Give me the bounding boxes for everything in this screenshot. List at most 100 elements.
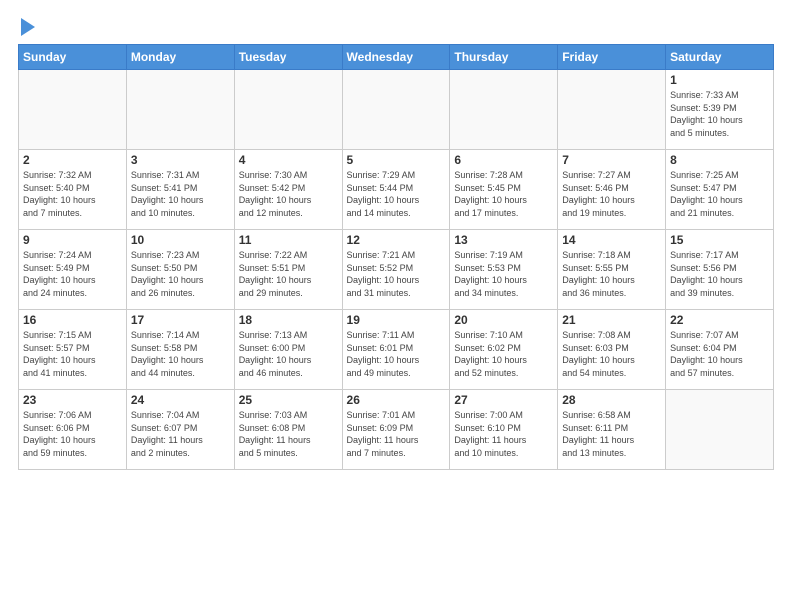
calendar-cell: 27 Sunrise: 7:00 AM Sunset: 6:10 PM Dayli… [450,390,558,470]
day-number: 7 [562,153,661,167]
calendar-cell: 13 Sunrise: 7:19 AM Sunset: 5:53 PM Dayli… [450,230,558,310]
day-info: Sunrise: 7:25 AM Sunset: 5:47 PM Dayligh… [670,169,769,219]
calendar-cell: 3 Sunrise: 7:31 AM Sunset: 5:41 PM Daylig… [126,150,234,230]
calendar-cell [558,70,666,150]
day-info: Sunrise: 7:04 AM Sunset: 6:07 PM Dayligh… [131,409,230,459]
day-number: 17 [131,313,230,327]
calendar-cell [450,70,558,150]
calendar-header-friday: Friday [558,45,666,70]
calendar-cell: 6 Sunrise: 7:28 AM Sunset: 5:45 PM Daylig… [450,150,558,230]
calendar-header-saturday: Saturday [666,45,774,70]
day-info: Sunrise: 7:32 AM Sunset: 5:40 PM Dayligh… [23,169,122,219]
day-info: Sunrise: 7:23 AM Sunset: 5:50 PM Dayligh… [131,249,230,299]
calendar-cell [342,70,450,150]
header [18,16,774,36]
calendar-cell: 7 Sunrise: 7:27 AM Sunset: 5:46 PM Daylig… [558,150,666,230]
calendar-cell: 26 Sunrise: 7:01 AM Sunset: 6:09 PM Dayli… [342,390,450,470]
day-number: 3 [131,153,230,167]
day-info: Sunrise: 7:21 AM Sunset: 5:52 PM Dayligh… [347,249,446,299]
calendar-table: SundayMondayTuesdayWednesdayThursdayFrid… [18,44,774,470]
calendar-cell [19,70,127,150]
day-info: Sunrise: 7:17 AM Sunset: 5:56 PM Dayligh… [670,249,769,299]
calendar-week-3: 16Sunrise: 7:15 AM Sunset: 5:57 PM Dayli… [19,310,774,390]
logo [18,16,35,36]
calendar-cell: 2 Sunrise: 7:32 AM Sunset: 5:40 PM Daylig… [19,150,127,230]
day-number: 19 [347,313,446,327]
day-info: Sunrise: 7:13 AM Sunset: 6:00 PM Dayligh… [239,329,338,379]
day-number: 2 [23,153,122,167]
calendar-cell: 28Sunrise: 6:58 AM Sunset: 6:11 PM Dayli… [558,390,666,470]
calendar-cell: 14 Sunrise: 7:18 AM Sunset: 5:55 PM Dayli… [558,230,666,310]
day-info: Sunrise: 7:24 AM Sunset: 5:49 PM Dayligh… [23,249,122,299]
day-number: 18 [239,313,338,327]
calendar-cell [126,70,234,150]
calendar-cell: 18 Sunrise: 7:13 AM Sunset: 6:00 PM Dayli… [234,310,342,390]
day-info: Sunrise: 7:15 AM Sunset: 5:57 PM Dayligh… [23,329,122,379]
calendar-cell: 12 Sunrise: 7:21 AM Sunset: 5:52 PM Dayli… [342,230,450,310]
calendar-week-1: 2 Sunrise: 7:32 AM Sunset: 5:40 PM Daylig… [19,150,774,230]
calendar-week-0: 1 Sunrise: 7:33 AM Sunset: 5:39 PM Daylig… [19,70,774,150]
day-info: Sunrise: 7:06 AM Sunset: 6:06 PM Dayligh… [23,409,122,459]
calendar-header-wednesday: Wednesday [342,45,450,70]
calendar-cell: 11Sunrise: 7:22 AM Sunset: 5:51 PM Dayli… [234,230,342,310]
day-number: 14 [562,233,661,247]
day-info: Sunrise: 7:31 AM Sunset: 5:41 PM Dayligh… [131,169,230,219]
calendar-cell [666,390,774,470]
day-info: Sunrise: 7:18 AM Sunset: 5:55 PM Dayligh… [562,249,661,299]
day-number: 8 [670,153,769,167]
day-number: 26 [347,393,446,407]
calendar-header-sunday: Sunday [19,45,127,70]
calendar-cell: 19Sunrise: 7:11 AM Sunset: 6:01 PM Dayli… [342,310,450,390]
calendar-cell: 15 Sunrise: 7:17 AM Sunset: 5:56 PM Dayli… [666,230,774,310]
day-number: 27 [454,393,553,407]
calendar-cell: 1 Sunrise: 7:33 AM Sunset: 5:39 PM Daylig… [666,70,774,150]
calendar-cell: 8 Sunrise: 7:25 AM Sunset: 5:47 PM Daylig… [666,150,774,230]
day-info: Sunrise: 7:33 AM Sunset: 5:39 PM Dayligh… [670,89,769,139]
day-number: 22 [670,313,769,327]
day-info: Sunrise: 7:00 AM Sunset: 6:10 PM Dayligh… [454,409,553,459]
calendar-cell: 4 Sunrise: 7:30 AM Sunset: 5:42 PM Daylig… [234,150,342,230]
day-number: 25 [239,393,338,407]
calendar-cell: 10 Sunrise: 7:23 AM Sunset: 5:50 PM Dayli… [126,230,234,310]
day-info: Sunrise: 7:03 AM Sunset: 6:08 PM Dayligh… [239,409,338,459]
day-number: 23 [23,393,122,407]
calendar-cell: 21 Sunrise: 7:08 AM Sunset: 6:03 PM Dayli… [558,310,666,390]
calendar-cell: 17 Sunrise: 7:14 AM Sunset: 5:58 PM Dayli… [126,310,234,390]
day-number: 10 [131,233,230,247]
calendar-header-thursday: Thursday [450,45,558,70]
day-number: 13 [454,233,553,247]
day-number: 9 [23,233,122,247]
day-info: Sunrise: 7:14 AM Sunset: 5:58 PM Dayligh… [131,329,230,379]
day-number: 28 [562,393,661,407]
calendar-header-monday: Monday [126,45,234,70]
day-info: Sunrise: 7:29 AM Sunset: 5:44 PM Dayligh… [347,169,446,219]
calendar-cell [234,70,342,150]
calendar-header-tuesday: Tuesday [234,45,342,70]
day-number: 6 [454,153,553,167]
calendar-cell: 23 Sunrise: 7:06 AM Sunset: 6:06 PM Dayli… [19,390,127,470]
day-info: Sunrise: 7:08 AM Sunset: 6:03 PM Dayligh… [562,329,661,379]
day-number: 15 [670,233,769,247]
day-info: Sunrise: 7:22 AM Sunset: 5:51 PM Dayligh… [239,249,338,299]
day-info: Sunrise: 7:07 AM Sunset: 6:04 PM Dayligh… [670,329,769,379]
day-number: 1 [670,73,769,87]
day-number: 12 [347,233,446,247]
calendar-week-2: 9 Sunrise: 7:24 AM Sunset: 5:49 PM Daylig… [19,230,774,310]
logo-arrow-icon [21,18,35,36]
calendar-cell: 22 Sunrise: 7:07 AM Sunset: 6:04 PM Dayli… [666,310,774,390]
day-info: Sunrise: 7:27 AM Sunset: 5:46 PM Dayligh… [562,169,661,219]
day-info: Sunrise: 7:30 AM Sunset: 5:42 PM Dayligh… [239,169,338,219]
day-info: Sunrise: 7:01 AM Sunset: 6:09 PM Dayligh… [347,409,446,459]
calendar-cell: 20 Sunrise: 7:10 AM Sunset: 6:02 PM Dayli… [450,310,558,390]
calendar-cell: 16Sunrise: 7:15 AM Sunset: 5:57 PM Dayli… [19,310,127,390]
day-info: Sunrise: 7:19 AM Sunset: 5:53 PM Dayligh… [454,249,553,299]
day-number: 4 [239,153,338,167]
calendar-header-row: SundayMondayTuesdayWednesdayThursdayFrid… [19,45,774,70]
calendar-cell: 5 Sunrise: 7:29 AM Sunset: 5:44 PM Daylig… [342,150,450,230]
day-info: Sunrise: 7:10 AM Sunset: 6:02 PM Dayligh… [454,329,553,379]
day-info: Sunrise: 7:28 AM Sunset: 5:45 PM Dayligh… [454,169,553,219]
calendar-cell: 9 Sunrise: 7:24 AM Sunset: 5:49 PM Daylig… [19,230,127,310]
day-number: 20 [454,313,553,327]
day-number: 21 [562,313,661,327]
day-number: 5 [347,153,446,167]
